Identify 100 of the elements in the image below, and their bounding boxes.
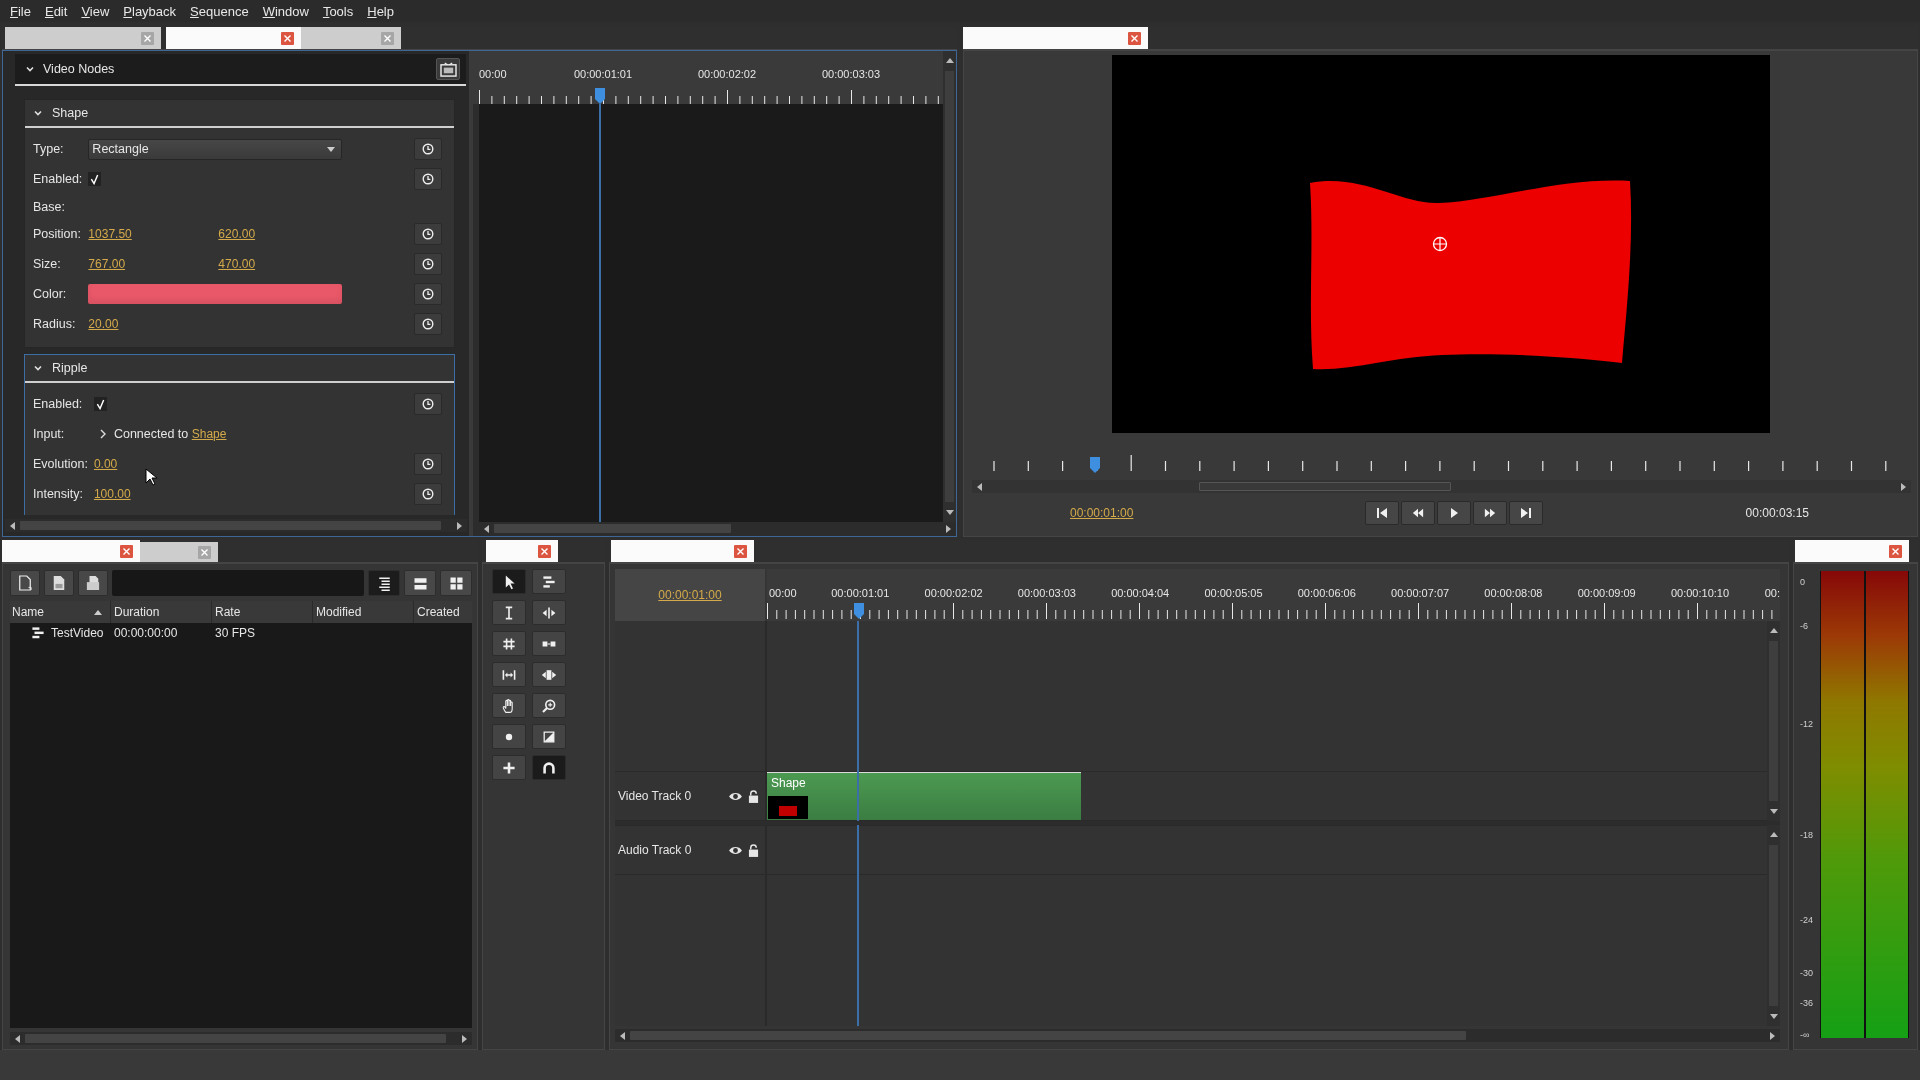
timeline-clip[interactable]: Shape — [767, 772, 1081, 820]
eye-icon[interactable] — [728, 790, 743, 802]
fast-forward-button[interactable] — [1472, 500, 1507, 525]
eye-icon[interactable] — [728, 844, 743, 856]
tool-button[interactable] — [532, 631, 566, 656]
keyframe-button[interactable] — [414, 138, 442, 160]
menu-item[interactable]: Playback — [116, 3, 184, 19]
keyframe-button[interactable] — [414, 253, 442, 275]
view-mode-button[interactable] — [368, 570, 400, 596]
column-header[interactable]: Name — [10, 601, 111, 623]
playhead-marker[interactable] — [1090, 457, 1101, 473]
node-section[interactable]: Ripple Enabled: Input: Connected to Shape Evolution: 0.00 Intensity: 100.00 — [24, 354, 455, 515]
keyframe-button[interactable] — [414, 283, 442, 305]
type-dropdown[interactable]: Rectangle — [88, 138, 343, 160]
chevron-down-icon[interactable] — [25, 64, 35, 74]
scrollbar[interactable] — [1767, 825, 1780, 1026]
menu-item[interactable]: Window — [255, 3, 316, 19]
view-mode-button[interactable] — [404, 570, 436, 596]
padlock-icon[interactable] — [748, 843, 759, 857]
column-header[interactable]: Duration — [111, 601, 212, 623]
menu-item[interactable]: Edit — [37, 3, 75, 19]
tool-button[interactable] — [532, 600, 566, 625]
menu-item[interactable]: Help — [360, 3, 401, 19]
keyframe-button[interactable] — [414, 168, 442, 190]
number-value[interactable]: 100.00 — [93, 487, 131, 501]
crosshair-icon[interactable] — [1431, 236, 1448, 252]
tool-button[interactable] — [492, 600, 526, 625]
playhead-marker[interactable] — [854, 603, 865, 619]
tool-button[interactable] — [492, 662, 526, 687]
menu-item[interactable]: View — [74, 3, 117, 19]
view-mode-button[interactable] — [440, 570, 472, 596]
color-swatch[interactable] — [88, 284, 343, 304]
padlock-icon[interactable] — [748, 789, 759, 803]
menu-item[interactable]: Tools — [315, 3, 361, 19]
scrollbar[interactable] — [1767, 621, 1780, 821]
panel-tab[interactable] — [166, 27, 301, 49]
chevron-right-icon[interactable] — [99, 429, 106, 439]
meter-scale-label: -6 — [1800, 621, 1808, 632]
number-value[interactable]: 470.00 — [218, 257, 256, 271]
panel-tab[interactable] — [486, 540, 558, 562]
column-header[interactable]: Modified — [313, 601, 414, 623]
tool-button[interactable] — [532, 693, 566, 718]
menu-item[interactable]: Sequence — [183, 3, 256, 19]
menu-item[interactable]: File — [3, 3, 38, 19]
tool-button[interactable] — [532, 755, 566, 780]
chevron-icon[interactable] — [33, 363, 43, 373]
number-value[interactable]: 20.00 — [88, 317, 119, 331]
node-section[interactable]: Shape Type: Rectangle Enabled: Base: Position: 1037.50 620.00 Size: 767.00 470.00 Color: Radius: 20.00 — [24, 99, 455, 348]
number-value[interactable]: 767.00 — [88, 257, 126, 271]
skip-to-end-button[interactable] — [1508, 500, 1543, 525]
node-link[interactable]: Shape — [191, 427, 227, 441]
keyframe-button[interactable] — [414, 223, 442, 245]
checkbox[interactable] — [93, 397, 107, 411]
number-value[interactable]: 620.00 — [218, 227, 256, 241]
tool-button[interactable] — [492, 569, 526, 594]
panel-tab[interactable] — [963, 27, 1148, 49]
tool-button[interactable] — [532, 569, 566, 594]
number-value[interactable]: 1037.50 — [88, 227, 132, 241]
keyframe-button[interactable] — [414, 393, 442, 415]
keyframe-button[interactable] — [414, 453, 442, 475]
keyframe-button[interactable] — [414, 483, 442, 505]
close-icon[interactable] — [538, 544, 551, 558]
close-icon[interactable] — [734, 544, 747, 558]
close-icon[interactable] — [281, 31, 294, 45]
keyframe-button[interactable] — [414, 313, 442, 335]
tool-button[interactable] — [532, 662, 566, 687]
tool-button[interactable] — [492, 693, 526, 718]
new-button[interactable] — [10, 570, 40, 596]
rewind-button[interactable] — [1400, 500, 1435, 525]
search-field[interactable] — [112, 570, 364, 596]
close-icon[interactable] — [1889, 544, 1902, 558]
column-header[interactable]: Created — [414, 601, 472, 623]
chevron-icon[interactable] — [33, 108, 43, 118]
checkbox[interactable] — [88, 172, 102, 186]
tool-button[interactable] — [492, 755, 526, 780]
node-view-button[interactable] — [436, 58, 460, 80]
save-button[interactable] — [78, 570, 108, 596]
current-time[interactable]: 00:00:01:00 — [1070, 505, 1134, 520]
panel-tab[interactable] — [2, 540, 140, 562]
scrollbar[interactable] — [5, 519, 467, 532]
panel-tab[interactable] — [1795, 540, 1909, 562]
track-header[interactable]: Audio Track 0 — [615, 825, 765, 875]
current-time[interactable]: 00:00:01:00 — [658, 588, 722, 602]
tool-button[interactable] — [492, 631, 526, 656]
play-button[interactable] — [1436, 500, 1471, 525]
scrollbar[interactable] — [615, 1029, 1780, 1042]
close-icon[interactable] — [1128, 31, 1141, 45]
skip-to-start-button[interactable] — [1364, 500, 1399, 525]
open-button[interactable] — [44, 570, 74, 596]
tool-button[interactable] — [532, 724, 566, 749]
clock-icon — [422, 398, 434, 410]
number-value[interactable]: 0.00 — [93, 457, 118, 471]
close-icon[interactable] — [120, 544, 133, 558]
tool-button[interactable] — [492, 724, 526, 749]
column-header[interactable]: Rate — [212, 601, 313, 623]
playhead-marker[interactable] — [594, 88, 605, 104]
scrollbar[interactable] — [10, 1032, 472, 1045]
node-group-header[interactable]: Video Nodes — [15, 54, 466, 86]
scrollbar[interactable] — [972, 480, 1911, 493]
panel-tab[interactable] — [611, 540, 754, 562]
